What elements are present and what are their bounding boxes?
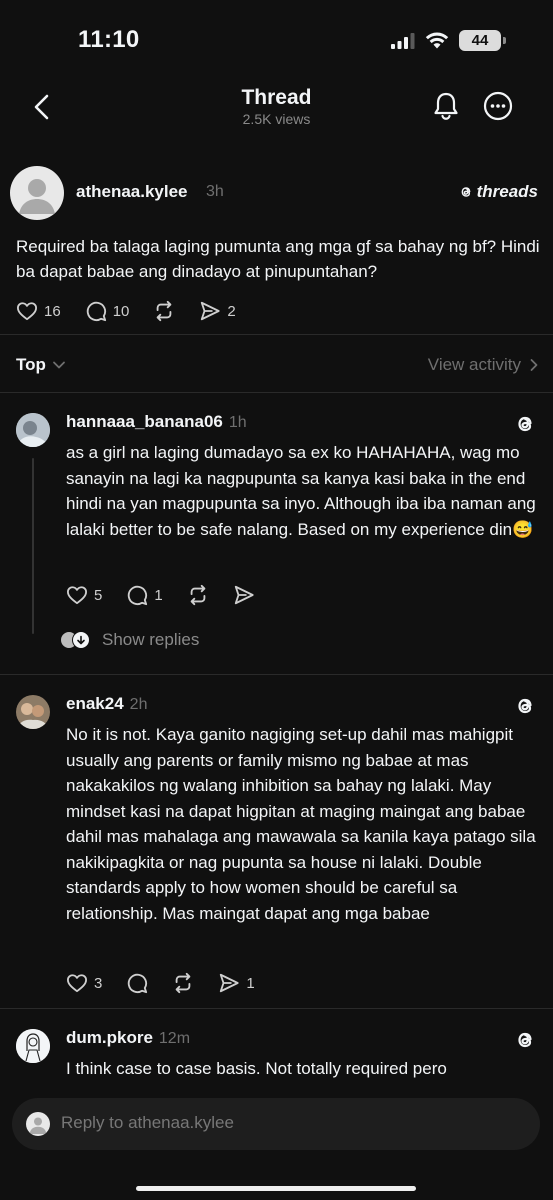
heart-icon [67,586,87,605]
wifi-icon [425,32,449,49]
sort-label: Top [16,355,46,374]
repost-icon [176,972,191,994]
chevron-down-icon [53,361,65,369]
reply-username[interactable]: dum.pkore 12m [66,1028,190,1048]
comment-count: 1 [154,586,163,604]
threads-logo-icon [461,187,470,197]
reply-username-text: enak24 [66,694,124,713]
threads-brand-label: threads [476,182,538,201]
heart-icon [67,974,87,993]
default-avatar-icon [19,179,55,214]
comment-button[interactable] [126,972,148,994]
reply-composer[interactable]: Reply to athenaa.kylee [12,1098,540,1150]
like-button[interactable]: 5 [66,585,102,605]
nav-header: Thread 2.5K views [0,80,553,140]
status-bar: 11:10 44 [0,0,553,80]
comment-icon [128,585,148,606]
repost-button[interactable] [153,300,175,322]
reply-text: I think case to case basis. Not totally … [66,1059,447,1078]
heart-icon [16,302,37,321]
reply-actions: 5 1 [66,584,279,606]
page-title: Thread [241,86,312,109]
thread-connector-line [32,458,34,634]
like-count: 5 [94,586,103,604]
reply-username-text: dum.pkore [66,1028,153,1047]
share-count: 2 [227,302,236,320]
reply-time: 12m [158,1030,191,1047]
reply-text: as a girl na laging dumadayo sa ex ko HA… [66,443,536,539]
repost-icon [157,300,172,322]
repost-button[interactable] [187,584,209,606]
like-button[interactable]: 16 [16,301,61,321]
user-photo-icon [16,695,50,729]
reply-item: hannaaa_banana06 1h as a girl na laging d… [0,392,553,674]
reply-placeholder: Reply to athenaa.kylee [61,1113,234,1132]
comment-icon [128,973,148,994]
avatar [26,1112,50,1136]
sort-dropdown[interactable]: Top [16,355,66,375]
view-activity-link[interactable]: View activity [428,355,539,375]
like-count: 3 [94,974,103,992]
chevron-right-icon [530,359,538,371]
reply-time: 2h [129,696,148,713]
send-icon [201,301,220,321]
threads-logo-icon [518,1032,532,1048]
status-time: 11:10 [78,26,140,53]
like-button[interactable]: 3 [66,973,102,993]
threads-brand: threads [458,182,538,202]
arrow-down-icon [72,631,90,649]
share-button[interactable] [233,584,255,606]
send-icon [220,973,239,993]
reply-text: No it is not. Kaya ganito nagiging set-u… [66,725,536,923]
avatar[interactable] [16,695,50,729]
avatar[interactable] [10,166,64,220]
reply-item: enak24 2h No it is not. Kaya ganito nagig… [0,674,553,1006]
show-replies-label: Show replies [102,630,200,649]
threads-logo-icon [518,416,532,432]
like-count: 16 [44,302,61,320]
share-button[interactable]: 1 [218,972,255,994]
view-count: 2.5K views [242,111,311,127]
sort-row: Top View activity [0,350,553,382]
view-activity-label: View activity [427,355,521,374]
avatar[interactable] [16,413,50,447]
user-sketch-icon [16,1029,50,1063]
home-indicator [136,1186,416,1191]
comment-button[interactable]: 10 [85,300,130,322]
reply-actions: 3 1 [66,972,279,994]
post-time: 3h [206,183,224,200]
comment-count: 10 [112,302,130,320]
send-icon [234,585,254,605]
divider [0,334,553,335]
repost-icon [190,584,206,606]
reply-item: dum.pkore 12m I think case to case basis.… [0,1008,553,1084]
show-replies-button[interactable]: Show replies [60,630,199,650]
status-icons: 44 [391,30,506,51]
comment-button[interactable]: 1 [126,584,163,606]
more-options-icon[interactable] [482,90,514,122]
signal-icon [391,32,415,49]
post-text: Required ba talaga laging pumunta ang mg… [16,237,540,281]
comment-icon [86,301,106,322]
reply-username-text: hannaaa_banana06 [66,412,223,431]
user-photo-icon [16,413,50,447]
reply-username[interactable]: hannaaa_banana06 1h [66,412,247,432]
post-username[interactable]: athenaa.kylee [76,182,188,202]
share-button[interactable]: 2 [199,300,236,322]
reply-username[interactable]: enak24 2h [66,694,147,714]
default-avatar-icon [29,1117,47,1134]
post-actions: 16 10 2 [16,300,260,322]
reply-avatars [60,631,90,649]
reply-time: 1h [228,414,247,431]
bell-icon[interactable] [430,90,462,122]
share-count: 1 [246,974,255,992]
avatar[interactable] [16,1029,50,1063]
threads-logo-icon [518,698,532,714]
repost-button[interactable] [172,972,194,994]
battery-icon: 44 [459,30,506,51]
